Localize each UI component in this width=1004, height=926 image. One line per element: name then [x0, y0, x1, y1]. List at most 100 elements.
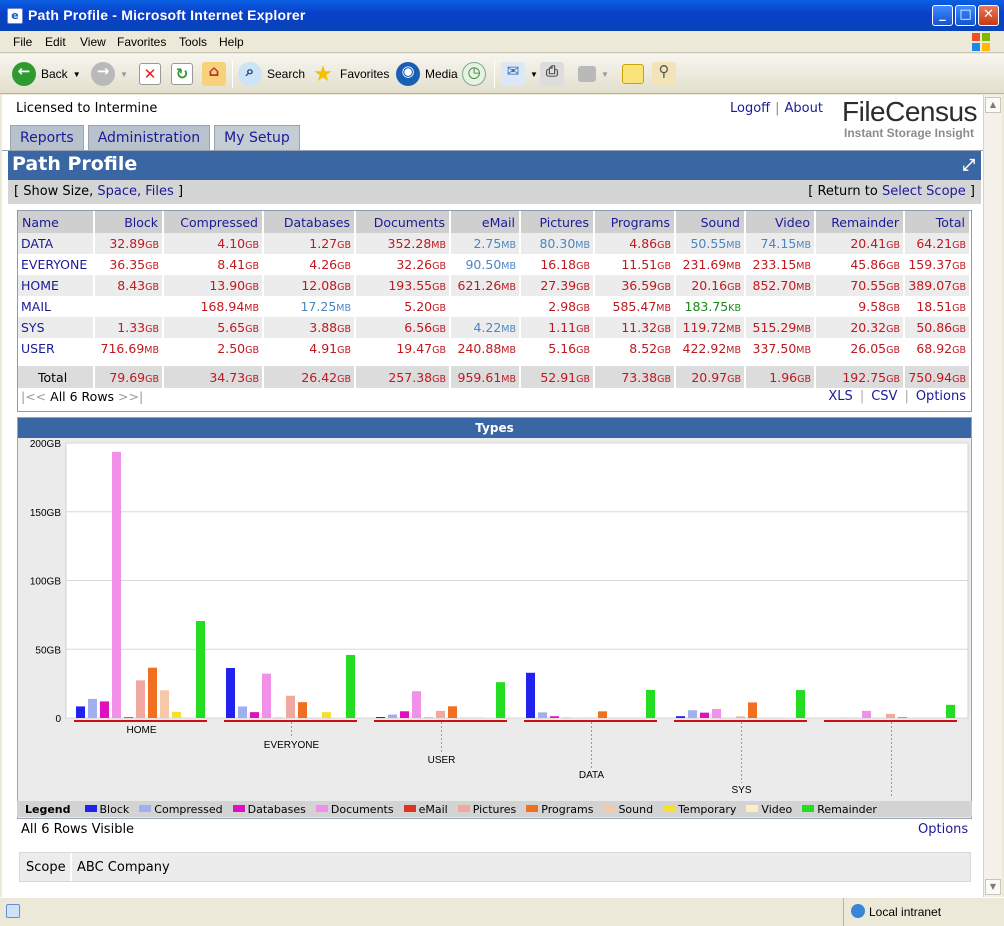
y-tick-label: 100GB [30, 577, 61, 588]
table-cell: 4.91GB [264, 338, 356, 359]
export-csv-link[interactable]: CSV [871, 389, 897, 404]
table-row[interactable]: USER716.69MB2.50GB4.91GB19.47GB240.88MB5… [18, 338, 971, 359]
menu-edit[interactable]: Edit [45, 35, 66, 49]
row-path-link[interactable]: MAIL [18, 296, 95, 317]
table-cell: 68.92GB [905, 338, 971, 359]
unit-suffix: GB [886, 240, 900, 251]
search-button[interactable]: ⌕ Search [238, 61, 305, 87]
menu-view[interactable]: View [80, 35, 106, 49]
unit-suffix: MB [501, 374, 516, 385]
export-xls-link[interactable]: XLS [828, 389, 852, 404]
column-header-block[interactable]: Block [95, 211, 164, 233]
back-dropdown-icon[interactable]: ▼ [73, 70, 81, 79]
table-cell: 4.10GB [164, 233, 264, 254]
table-options-link[interactable]: Options [916, 389, 966, 404]
mail-button[interactable]: ✉ ▼ [501, 61, 538, 87]
logoff-link[interactable]: Logoff [730, 101, 770, 116]
chart-options-link[interactable]: Options [918, 822, 968, 837]
column-header-databases[interactable]: Databases [264, 211, 356, 233]
unit-suffix: MB [501, 324, 516, 335]
forward-arrow-icon: → [91, 62, 115, 86]
scroll-down-icon[interactable]: ▼ [985, 879, 1001, 895]
stop-button[interactable]: ✕ [139, 61, 161, 87]
menu-favorites[interactable]: Favorites [117, 35, 166, 49]
history-button[interactable]: ◷ [462, 61, 486, 87]
legend-swatch [458, 805, 470, 812]
unit-suffix: GB [952, 345, 966, 356]
unit-suffix: MB [501, 282, 516, 293]
browser-toolbar: ← Back ▼ → ▼ ✕ ↻ ⌂ ⌕ Search ★ Favorites … [0, 54, 1004, 94]
scroll-up-icon[interactable]: ▲ [985, 97, 1001, 113]
bar-block-data [526, 673, 535, 718]
row-path-link[interactable]: EVERYONE [18, 254, 95, 275]
x-category-label: SYS [731, 785, 751, 796]
column-header-video[interactable]: Video [746, 211, 816, 233]
table-cell: 12.08GB [264, 275, 356, 296]
column-header-documents[interactable]: Documents [356, 211, 451, 233]
vertical-scrollbar[interactable]: ▲ ▼ [983, 95, 1002, 897]
tab-administration[interactable]: Administration [88, 125, 210, 151]
table-cell [95, 296, 164, 317]
home-button[interactable]: ⌂ [202, 61, 226, 87]
tab-my-setup[interactable]: My Setup [214, 125, 300, 151]
intranet-globe-icon [851, 904, 865, 918]
show-files-link[interactable]: Files [145, 184, 174, 199]
legend-swatch [802, 805, 814, 812]
research-magnifier-icon: ⚲ [652, 62, 676, 86]
unit-suffix: GB [797, 374, 811, 385]
research-button[interactable]: ⚲ [652, 61, 676, 87]
column-header-remainder[interactable]: Remainder [816, 211, 905, 233]
bar-databases-sys [700, 713, 709, 718]
column-header-compressed[interactable]: Compressed [164, 211, 264, 233]
menu-help[interactable]: Help [219, 35, 244, 49]
table-cell: 70.55GB [816, 275, 905, 296]
unit-suffix: GB [245, 345, 259, 356]
legend-swatch [316, 805, 328, 812]
media-button[interactable]: ◉ Media [396, 61, 458, 87]
total-cell: 192.75GB [816, 366, 905, 388]
column-header-total[interactable]: Total [905, 211, 971, 233]
column-header-email[interactable]: eMail [451, 211, 521, 233]
table-cell: 240.88MB [451, 338, 521, 359]
favorites-button[interactable]: ★ Favorites [311, 61, 389, 87]
table-row[interactable]: DATA32.89GB4.10GB1.27GB352.28MB2.75MB80.… [18, 233, 971, 254]
back-button[interactable]: ← Back ▼ [12, 61, 81, 87]
menu-file[interactable]: File [13, 35, 32, 49]
table-cell [746, 296, 816, 317]
show-space-link[interactable]: Space, [97, 184, 141, 199]
unit-suffix: MB [144, 345, 159, 356]
table-row[interactable]: MAIL168.94MB17.25MB5.20GB2.98GB585.47MB1… [18, 296, 971, 317]
pager-first[interactable]: |<< [21, 389, 46, 404]
refresh-button[interactable]: ↻ [171, 61, 193, 87]
print-button[interactable]: ⎙ [540, 61, 564, 87]
options-bar: [ Show Size, Space, Files ] [ Return to … [8, 180, 981, 204]
about-link[interactable]: About [785, 101, 823, 116]
row-path-link[interactable]: DATA [18, 233, 95, 254]
discuss-button[interactable] [622, 61, 644, 87]
select-scope-link[interactable]: Select Scope [882, 184, 966, 199]
minimize-button[interactable]: _ [932, 5, 953, 26]
row-path-link[interactable]: SYS [18, 317, 95, 338]
close-window-button[interactable]: ✕ [978, 5, 999, 26]
rows-visible-text: All 6 Rows Visible [21, 822, 134, 837]
unit-suffix: GB [432, 374, 446, 385]
column-header-pictures[interactable]: Pictures [521, 211, 595, 233]
column-header-sound[interactable]: Sound [676, 211, 746, 233]
table-cell: 716.69MB [95, 338, 164, 359]
table-row[interactable]: SYS1.33GB5.65GB3.88GB6.56GB4.22MB1.11GB1… [18, 317, 971, 338]
table-row[interactable]: HOME8.43GB13.90GB12.08GB193.55GB621.26MB… [18, 275, 971, 296]
tab-reports[interactable]: Reports [10, 125, 84, 151]
menu-tools[interactable]: Tools [179, 35, 207, 49]
maximize-panel-icon[interactable]: ⤢ [962, 155, 975, 175]
maximize-button[interactable]: □ [955, 5, 976, 26]
column-header-programs[interactable]: Programs [595, 211, 676, 233]
row-path-link[interactable]: HOME [18, 275, 95, 296]
bar-documents-sys [712, 709, 721, 718]
column-header-name[interactable]: Name [18, 211, 95, 233]
pager-last[interactable]: >>| [118, 389, 143, 404]
row-path-link[interactable]: USER [18, 338, 95, 359]
forward-button[interactable]: → ▼ [91, 61, 128, 87]
table-row[interactable]: EVERYONE36.35GB8.41GB4.26GB32.26GB90.50M… [18, 254, 971, 275]
mail-dropdown-icon[interactable]: ▼ [530, 70, 538, 79]
edit-button[interactable]: ▼ [578, 61, 609, 87]
